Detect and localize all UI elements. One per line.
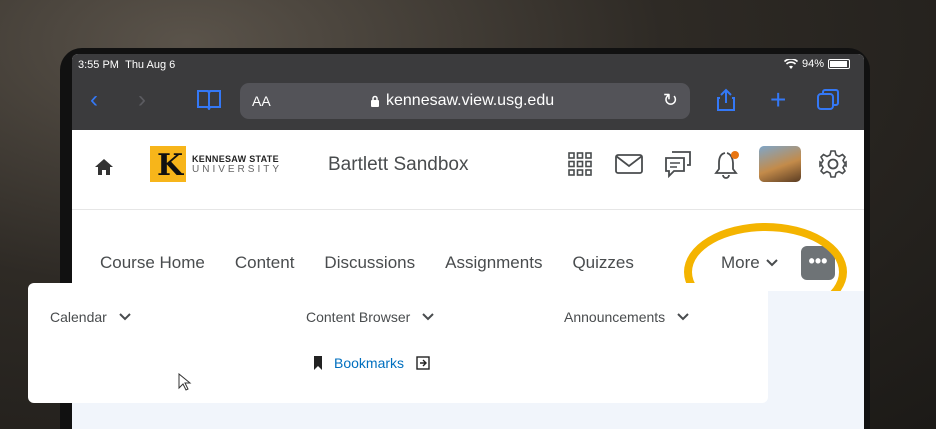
- battery-percent: 94%: [801, 58, 824, 70]
- mouse-cursor-icon: [178, 373, 192, 391]
- nav-course-home[interactable]: Course Home: [100, 253, 205, 273]
- course-selector-grid-icon[interactable]: [563, 147, 597, 181]
- nav-discussions[interactable]: Discussions: [324, 253, 415, 273]
- wifi-icon: [783, 58, 798, 69]
- chat-icon[interactable]: [661, 147, 695, 181]
- bookmark-icon: [314, 356, 322, 370]
- address-bar[interactable]: AA kennesaw.view.usg.edu ↻: [240, 83, 690, 119]
- bookmarks-label: Bookmarks: [334, 355, 405, 371]
- chevron-down-icon: [119, 313, 131, 321]
- url-text: kennesaw.view.usg.edu: [386, 92, 555, 109]
- forward-button[interactable]: ›: [138, 88, 146, 112]
- nav-overflow-fade: [652, 241, 682, 281]
- calendar-title: Calendar: [50, 309, 107, 325]
- battery-icon: [828, 59, 850, 69]
- share-icon[interactable]: [716, 88, 736, 117]
- tabs-overview-icon[interactable]: [816, 88, 840, 117]
- course-navbar: Course Home Content Discussions Assignme…: [72, 211, 864, 321]
- university-logo[interactable]: KENNESAW STATE UNIVERSITY: [150, 146, 282, 183]
- course-header: KENNESAW STATE UNIVERSITY Bartlett Sandb…: [72, 130, 864, 210]
- safari-toolbar: ‹ › AA kennesaw.view.usg.edu ↻ +: [72, 76, 864, 130]
- course-title[interactable]: Bartlett Sandbox: [328, 154, 468, 176]
- bookmarks-link[interactable]: Bookmarks: [314, 355, 430, 371]
- notifications-bell-icon[interactable]: [710, 147, 744, 181]
- calendar-widget-header[interactable]: Calendar: [50, 309, 131, 325]
- open-external-icon[interactable]: [416, 356, 430, 370]
- new-tab-icon[interactable]: +: [770, 86, 786, 114]
- nav-assignments[interactable]: Assignments: [445, 253, 542, 273]
- status-time: 3:55 PM Thu Aug 6: [78, 59, 176, 71]
- widgets-panel: Calendar Content Browser Announcements B…: [28, 283, 768, 403]
- bookmarks-book-icon[interactable]: [196, 88, 222, 115]
- nav-quizzes[interactable]: Quizzes: [572, 253, 633, 273]
- content-browser-title: Content Browser: [306, 309, 411, 325]
- chevron-down-icon: [677, 313, 689, 321]
- reload-icon[interactable]: ↻: [663, 90, 678, 111]
- status-bar: 3:55 PM Thu Aug 6 94%: [72, 54, 864, 76]
- content-browser-widget-header[interactable]: Content Browser: [306, 309, 434, 325]
- announcements-title: Announcements: [564, 309, 666, 325]
- back-button[interactable]: ‹: [90, 88, 98, 112]
- nav-items: Course Home Content Discussions Assignme…: [100, 253, 634, 273]
- chevron-down-icon: [422, 313, 434, 321]
- settings-gear-icon[interactable]: [816, 147, 850, 181]
- book-icon: [197, 90, 221, 112]
- nav-content[interactable]: Content: [235, 253, 295, 273]
- mail-icon[interactable]: [612, 147, 646, 181]
- text-size-button[interactable]: AA: [252, 93, 271, 109]
- home-icon[interactable]: [94, 158, 114, 176]
- announcements-widget-header[interactable]: Announcements: [564, 309, 689, 325]
- lock-icon: [371, 95, 379, 107]
- url-display: kennesaw.view.usg.edu: [370, 92, 554, 110]
- user-avatar[interactable]: [759, 146, 801, 182]
- ksu-logo-mark: [150, 146, 186, 183]
- status-right: 94%: [783, 58, 850, 70]
- header-icons: [563, 146, 850, 182]
